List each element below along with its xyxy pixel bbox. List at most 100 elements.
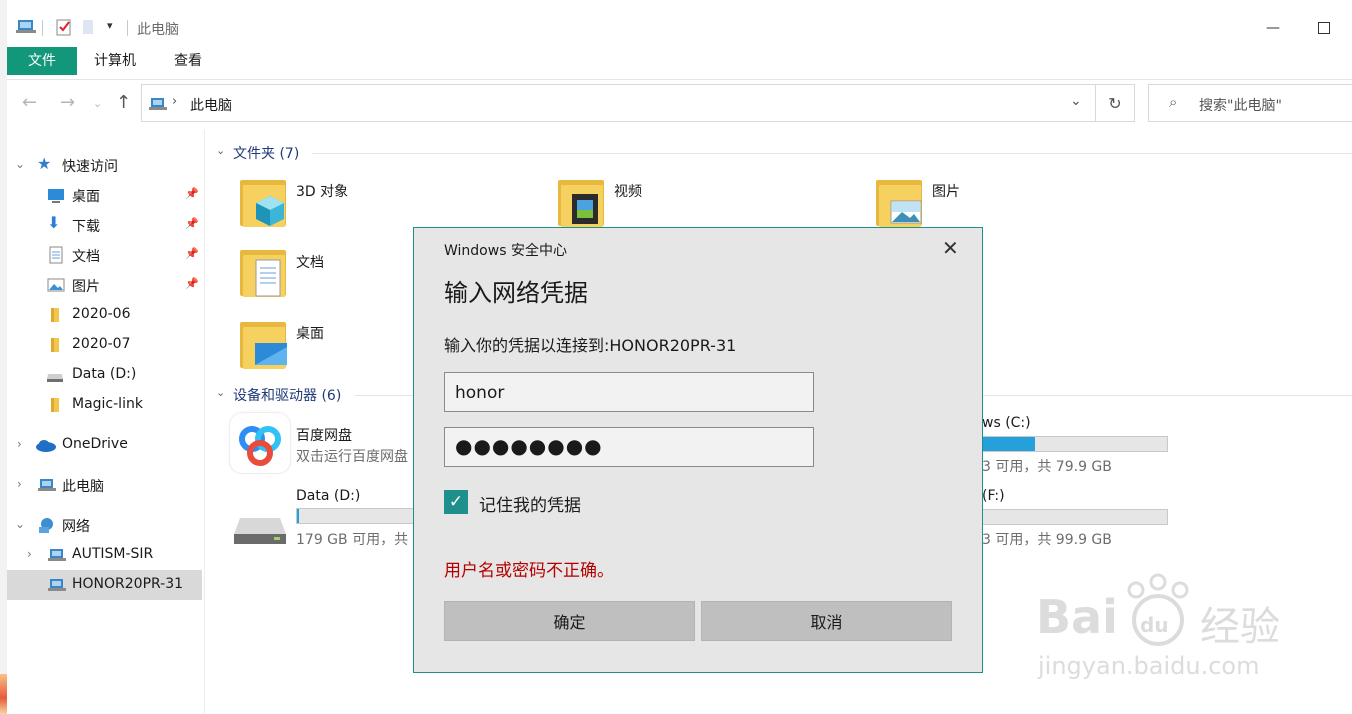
computer-icon [47,576,66,594]
sidebar-item-label: 图片 [72,279,100,295]
recent-locations-button[interactable]: ⌄ [93,97,102,110]
ok-button[interactable]: 确定 [444,601,695,641]
sidebar-item-label: Data (D:) [72,366,137,382]
drive-name[interactable]: Data (D:) [296,488,360,504]
folder-3d-objects-icon[interactable] [240,176,286,228]
breadcrumb-chevron-icon[interactable]: › [172,94,177,109]
customize-quick-access-icon[interactable]: ▾ [107,19,113,32]
chevron-down-icon[interactable]: ⌄ [216,386,225,399]
chevron-down-icon[interactable]: ⌄ [15,517,25,531]
search-input[interactable]: ⌕ 搜索"此电脑" [1148,84,1352,122]
sidebar-item-downloads[interactable]: ⬇ 下载 📌 [7,210,202,240]
folder-icon [47,396,65,414]
drive-subtitle: 双击运行百度网盘 [296,449,408,465]
sidebar-item-onedrive[interactable]: › OneDrive [7,430,202,460]
remember-label[interactable]: 记住我的凭据 [479,491,581,516]
address-bar[interactable]: › 此电脑 ⌄ [141,84,1096,122]
sidebar-item-quick-access[interactable]: ⌄ ★ 快速访问 [7,150,202,180]
pin-icon[interactable]: 📌 [185,277,199,290]
computer-icon [149,98,167,110]
chevron-right-icon[interactable]: › [27,547,32,561]
maximize-button[interactable] [1301,10,1347,46]
document-icon [47,246,65,264]
username-field[interactable]: honor [444,372,814,412]
sidebar-item-2020-06[interactable]: 2020-06 [7,300,202,330]
drive-icon[interactable] [232,512,288,546]
star-icon: ★ [37,154,52,173]
drive-free-space: 3 可用，共 99.9 GB [982,532,1112,548]
refresh-button[interactable]: ↻ [1096,84,1135,122]
chevron-down-icon[interactable]: ⌄ [15,157,25,171]
folder-icon [47,306,65,324]
watermark-url: jingyan.baidu.com [1038,652,1260,680]
tab-file[interactable]: 文件 [7,47,77,75]
drive-name[interactable]: 百度网盘 [296,425,352,445]
search-icon: ⌕ [1169,93,1178,111]
dialog-message: 输入你的凭据以连接到:HONOR20PR-31 [444,336,737,355]
back-button[interactable]: ← [22,92,37,113]
drive-name[interactable]: ws (C:) [982,415,1031,431]
folder-name[interactable]: 图片 [932,181,960,201]
pin-icon[interactable]: 📌 [185,247,199,260]
credentials-dialog: Windows 安全中心 ✕ 输入网络凭据 输入你的凭据以连接到:HONOR20… [413,227,983,673]
devices-group-header[interactable]: 设备和驱动器 (6) [233,385,341,405]
sidebar-item-magic-link[interactable]: Magic-link [7,390,202,420]
folder-pictures-icon[interactable] [876,176,922,228]
sidebar-item-network[interactable]: ⌄ 网络 [7,510,202,540]
svg-text:du: du [1140,613,1169,637]
password-field[interactable]: ●●●●●●●● [444,427,814,467]
tab-computer[interactable]: 计算机 [78,47,152,75]
watermark-brand: Bai [1036,590,1118,644]
sidebar-item-label: 网络 [62,519,90,535]
sidebar-item-2020-07[interactable]: 2020-07 [7,330,202,360]
navigation-pane: ⌄ ★ 快速访问 桌面 📌 ⬇ 下载 📌 文档 📌 图片 📌 2020-06 2… [7,140,204,714]
sidebar-item-desktop[interactable]: 桌面 📌 [7,180,202,210]
folders-group-header[interactable]: 文件夹 (7) [233,143,299,163]
cancel-button[interactable]: 取消 [701,601,952,641]
tab-view[interactable]: 查看 [158,47,218,75]
forward-button[interactable]: → [60,92,75,113]
chevron-down-icon[interactable]: ⌄ [216,144,225,157]
drive-usage-bar [982,436,1168,452]
sidebar-item-pictures[interactable]: 图片 📌 [7,270,202,300]
folder-videos-icon[interactable] [558,176,604,228]
up-button[interactable]: ↑ [116,92,131,113]
folder-name[interactable]: 文档 [296,252,324,272]
picture-icon [47,276,65,294]
close-icon[interactable]: ✕ [942,236,959,260]
pin-icon[interactable]: 📌 [185,217,199,230]
folder-name[interactable]: 视频 [614,181,642,201]
sidebar-item-data-d[interactable]: Data (D:) [7,360,202,390]
paw-logo-icon: du [1127,573,1189,646]
title-separator [42,20,43,36]
folder-name[interactable]: 桌面 [296,323,324,343]
dialog-app-title: Windows 安全中心 [444,243,567,259]
cloud-icon [35,436,56,454]
properties-icon[interactable] [55,18,73,36]
baidu-netdisk-icon[interactable] [230,413,290,473]
sidebar-item-label: AUTISM-SIR [72,546,154,562]
sidebar-item-this-pc[interactable]: › 此电脑 [7,470,202,500]
folder-name[interactable]: 3D 对象 [296,181,348,201]
new-folder-icon[interactable] [81,18,95,36]
sidebar-item-label: Magic-link [72,396,143,412]
pin-icon[interactable]: 📌 [185,187,199,200]
minimize-button[interactable]: — [1250,10,1296,46]
sidebar-item-documents[interactable]: 文档 📌 [7,240,202,270]
drive-name[interactable]: (F:) [982,488,1005,504]
ribbon: 文件 计算机 查看 [7,47,1352,80]
sidebar-item-label: 桌面 [72,189,100,205]
folder-documents-icon[interactable] [240,246,286,298]
sidebar-item-autism-sir[interactable]: › AUTISM-SIR [7,540,202,570]
title-separator [127,20,128,36]
breadcrumb[interactable]: 此电脑 [190,95,232,115]
network-icon [37,516,55,534]
chevron-right-icon[interactable]: › [17,437,22,451]
sidebar-item-honor20pr-31[interactable]: HONOR20PR-31 [7,570,202,600]
remember-checkbox[interactable]: ✓ [444,490,468,514]
chevron-down-icon[interactable]: ⌄ [1070,93,1082,109]
chevron-right-icon[interactable]: › [17,477,22,491]
drive-usage-bar [982,509,1168,525]
folder-desktop-icon[interactable] [240,318,287,370]
window-title: 此电脑 [137,22,179,38]
